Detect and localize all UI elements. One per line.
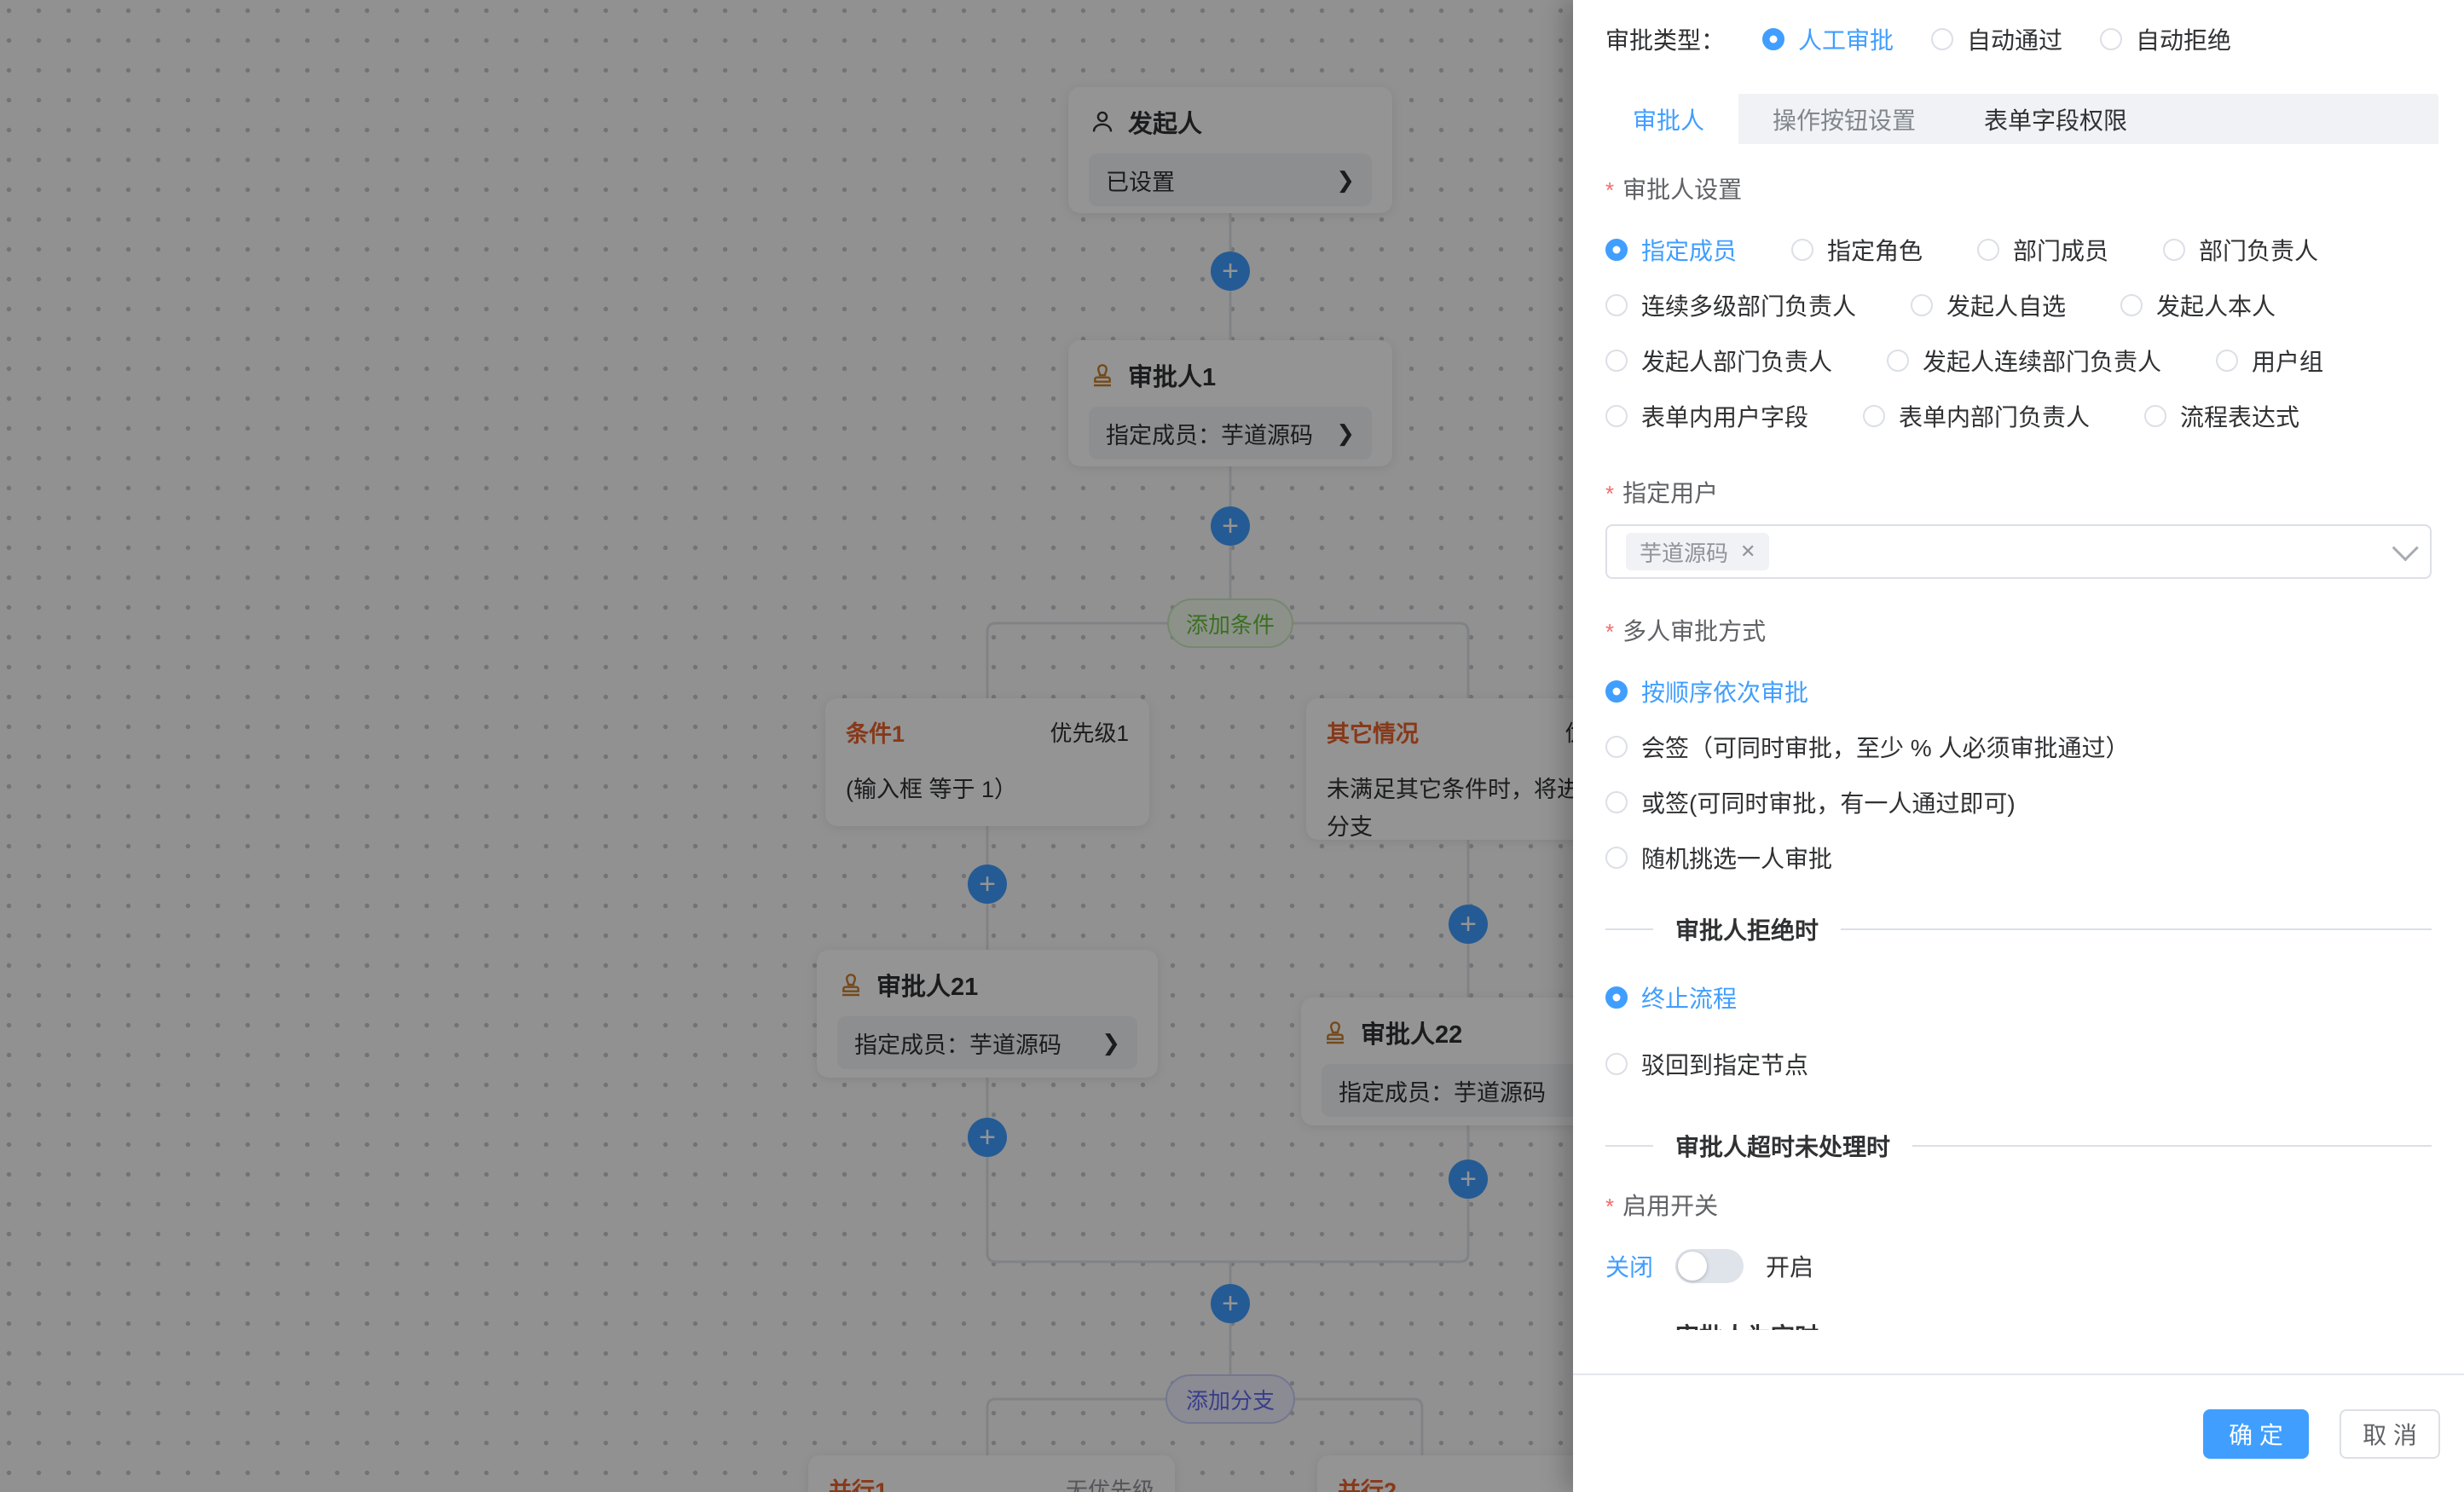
divider-line <box>1605 1145 1653 1147</box>
tab-approver[interactable]: 审批人 <box>1599 94 1738 144</box>
radio-assign-role[interactable]: 指定角色 <box>1791 233 1923 267</box>
radio-process-expression[interactable]: 流程表达式 <box>2144 399 2299 433</box>
approver-setting-row2: 连续多级部门负责人 发起人自选 发起人本人 <box>1605 292 2432 319</box>
radio-multi-level-dept-leader[interactable]: 连续多级部门负责人 <box>1605 288 1856 322</box>
cancel-button[interactable]: 取 消 <box>2340 1409 2440 1459</box>
radio-return-to-node[interactable]: 驳回到指定节点 <box>1605 1047 1808 1081</box>
radio-initiator-self[interactable]: 发起人本人 <box>2120 288 2276 322</box>
radio-icon <box>1605 986 1628 1009</box>
approver-setting-row1: 指定成员 指定角色 部门成员 部门负责人 <box>1605 236 2432 263</box>
radio-assign-member[interactable]: 指定成员 <box>1605 233 1737 267</box>
divider-line <box>1912 1145 2432 1147</box>
switch-on-label: 开启 <box>1766 1249 1813 1283</box>
radio-icon <box>1977 239 1999 261</box>
radio-icon <box>1863 405 1885 427</box>
tab-form-field-permissions[interactable]: 表单字段权限 <box>1950 94 2161 144</box>
radio-icon <box>1605 736 1628 758</box>
panel-scroll-area[interactable]: 审批人设置 指定成员 指定角色 部门成员 部门负责人 连续多级部门负责人 发起人… <box>1573 144 2464 1330</box>
radio-icon <box>1605 680 1628 703</box>
divider-line <box>1841 928 2432 930</box>
multi-mode-option-row: 按顺序依次审批 <box>1605 678 2432 705</box>
radio-icon <box>1605 350 1628 372</box>
radio-icon <box>2163 239 2185 261</box>
radio-initiator-multi-dept-leader[interactable]: 发起人连续部门负责人 <box>1887 344 2161 378</box>
radio-auto-reject[interactable]: 自动拒绝 <box>2100 22 2231 56</box>
approver-setting-row3: 发起人部门负责人 发起人连续部门负责人 用户组 <box>1605 347 2432 374</box>
radio-auto-approve[interactable]: 自动通过 <box>1931 22 2062 56</box>
radio-icon <box>1791 239 1813 261</box>
toggle-knob <box>1678 1252 1707 1281</box>
radio-icon <box>1605 294 1628 316</box>
radio-dept-member[interactable]: 部门成员 <box>1977 233 2108 267</box>
radio-icon <box>2144 405 2166 427</box>
radio-random-one[interactable]: 随机挑选一人审批 <box>1605 841 1832 875</box>
radio-terminate-process[interactable]: 终止流程 <box>1605 980 1737 1015</box>
radio-icon <box>1911 294 1933 316</box>
user-tag-label: 芋道源码 <box>1640 536 1728 568</box>
enable-switch-row: 关闭 开启 <box>1605 1249 2432 1283</box>
multi-mode-option-row: 随机挑选一人审批 <box>1605 844 2432 871</box>
panel-tabs: 审批人 操作按钮设置 表单字段权限 <box>1599 94 2438 144</box>
radio-orsign[interactable]: 或签(可同时审批，有一人通过即可) <box>1605 785 2016 819</box>
approval-config-panel: 审批类型： 人工审批 自动通过 自动拒绝 审批人 操作按钮设置 表单字段权限 审… <box>1573 0 2464 1492</box>
radio-icon <box>1605 1053 1628 1075</box>
tab-button-settings[interactable]: 操作按钮设置 <box>1738 94 1950 144</box>
next-section-divider-clipped: 审批人为空时 <box>1605 1320 2432 1330</box>
approver-setting-label: 审批人设置 <box>1605 178 2432 202</box>
approval-type-label: 审批类型： <box>1605 22 1725 56</box>
radio-dept-leader[interactable]: 部门负责人 <box>2163 233 2318 267</box>
radio-initiator-select[interactable]: 发起人自选 <box>1911 288 2066 322</box>
approver-setting-row4: 表单内用户字段 表单内部门负责人 流程表达式 <box>1605 402 2432 430</box>
radio-icon <box>1887 350 1909 372</box>
radio-form-dept-leader[interactable]: 表单内部门负责人 <box>1863 399 2090 433</box>
radio-icon <box>2100 28 2122 50</box>
tag-remove-icon[interactable]: ✕ <box>1740 541 1755 563</box>
radio-icon <box>2120 294 2143 316</box>
multi-mode-option-row: 会签（可同时审批，至少 % 人必须审批通过） <box>1605 733 2432 760</box>
assign-user-select[interactable]: 芋道源码 ✕ <box>1605 524 2432 579</box>
multi-mode-option-row: 或签(可同时审批，有一人通过即可) <box>1605 789 2432 816</box>
confirm-button[interactable]: 确 定 <box>2203 1409 2309 1459</box>
reject-section-title: 审批人拒绝时 <box>1675 912 1819 946</box>
radio-icon <box>2216 350 2238 372</box>
radio-initiator-dept-leader[interactable]: 发起人部门负责人 <box>1605 344 1832 378</box>
divider-line <box>1605 928 1653 930</box>
radio-icon <box>1605 405 1628 427</box>
radio-icon <box>1931 28 1953 50</box>
radio-icon <box>1605 239 1628 261</box>
enable-switch-label: 启用开关 <box>1605 1194 2432 1218</box>
assign-user-label: 指定用户 <box>1605 482 2432 506</box>
reject-option-row: 驳回到指定节点 <box>1605 1050 2432 1078</box>
timeout-toggle[interactable] <box>1675 1249 1744 1283</box>
chevron-down-icon <box>2392 535 2419 561</box>
reject-section-divider: 审批人拒绝时 <box>1605 914 2432 945</box>
radio-form-user-field[interactable]: 表单内用户字段 <box>1605 399 1808 433</box>
user-tag: 芋道源码 ✕ <box>1626 533 1769 570</box>
radio-icon <box>1605 847 1628 869</box>
radio-icon <box>1605 791 1628 813</box>
panel-footer: 确 定 取 消 <box>1573 1373 2464 1492</box>
approval-type-row: 审批类型： 人工审批 自动通过 自动拒绝 <box>1573 0 2464 94</box>
radio-user-group[interactable]: 用户组 <box>2216 344 2323 378</box>
switch-off-label: 关闭 <box>1605 1249 1653 1283</box>
radio-manual-approval[interactable]: 人工审批 <box>1762 22 1894 56</box>
radio-countersign[interactable]: 会签（可同时审批，至少 % 人必须审批通过） <box>1605 730 2129 764</box>
reject-option-row: 终止流程 <box>1605 984 2432 1011</box>
next-section-title: 审批人为空时 <box>1675 1318 1819 1330</box>
radio-icon <box>1762 28 1784 50</box>
timeout-section-title: 审批人超时未处理时 <box>1675 1129 1890 1163</box>
timeout-section-divider: 审批人超时未处理时 <box>1605 1131 2432 1161</box>
multi-mode-label: 多人审批方式 <box>1605 620 2432 644</box>
radio-sequential-approval[interactable]: 按顺序依次审批 <box>1605 674 1808 708</box>
